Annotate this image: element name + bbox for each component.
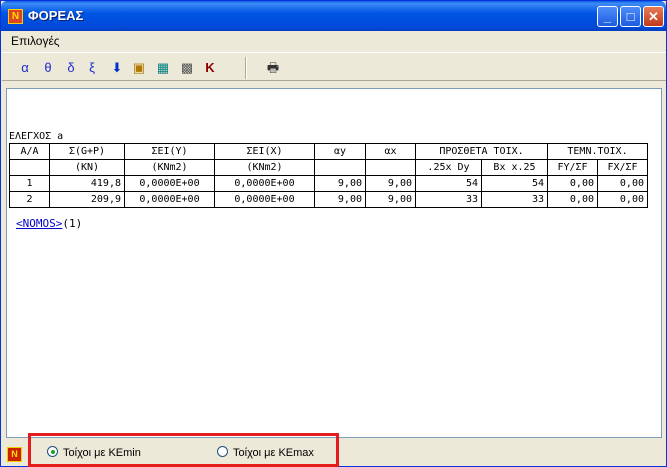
select-icon[interactable]: ▦ <box>154 59 172 77</box>
main-window: N ΦΟΡΕΑΣ _ □ ✕ Επιλογές α θ δ ξ ⬇ ▣ ▦ ▩ … <box>0 0 667 467</box>
table-subheader-row: (KN) (KNm2) (KNm2) .25x Dy Bx x.25 FY/ΣF… <box>9 159 648 176</box>
theta-button[interactable]: θ <box>39 59 57 77</box>
table-header-row: Α/Α Σ(G+P) ΣΕΙ(Y) ΣΕΙ(X) αy αx ΠΡΟΣΘΕΤΑ … <box>9 143 648 160</box>
title-bar[interactable]: N ΦΟΡΕΑΣ _ □ ✕ <box>1 1 666 31</box>
col-ax: αx <box>365 143 416 160</box>
subheader-cell: (KNm2) <box>214 159 315 176</box>
cell-ay: 9,00 <box>314 191 366 208</box>
cell-fy: 0,00 <box>547 175 598 192</box>
report-title: ΕΛΕΓΧΟΣ a <box>9 131 64 142</box>
col-sei-y: ΣΕΙ(Y) <box>124 143 215 160</box>
nomos-link[interactable]: <NOMOS> <box>16 217 62 230</box>
cell-sum-gp: 209,9 <box>49 191 125 208</box>
subheader-cell: Bx x.25 <box>481 159 548 176</box>
col-cut-walls: ΤΕΜΝ.ΤΟΙΧ. <box>547 143 648 160</box>
app-icon[interactable]: N <box>8 9 23 24</box>
table-row: 1 419,8 0,0000E+00 0,0000E+00 9,00 9,00 … <box>9 175 648 192</box>
radio-kemin-indicator[interactable] <box>47 446 58 457</box>
cell-dy: 54 <box>415 175 482 192</box>
cell-ay: 9,00 <box>314 175 366 192</box>
subheader-cell <box>314 159 366 176</box>
delta-button[interactable]: δ <box>62 59 80 77</box>
menu-options[interactable]: Επιλογές <box>11 34 60 48</box>
cell-dy: 33 <box>415 191 482 208</box>
cell-sum-gp: 419,8 <box>49 175 125 192</box>
subheader-cell: FX/ΣF <box>597 159 648 176</box>
wall-selection-group: Τοίχοι με ΚΕmin Τοίχοι με ΚΕmax <box>28 433 339 467</box>
toolbar-separator <box>245 57 247 79</box>
cell-ax: 9,00 <box>365 191 416 208</box>
nomos-ref: (1) <box>62 217 83 230</box>
maximize-button[interactable]: □ <box>620 6 641 27</box>
col-sum-gp: Σ(G+P) <box>49 143 125 160</box>
cell-bx: 33 <box>481 191 548 208</box>
status-bar: N Τοίχοι με ΚΕmin Τοίχοι με ΚΕmax <box>2 433 666 467</box>
cell-sei-x: 0,0000E+00 <box>214 191 315 208</box>
cell-sei-y: 0,0000E+00 <box>124 175 215 192</box>
close-icon: ✕ <box>648 9 659 24</box>
k-button[interactable]: K <box>201 59 219 77</box>
radio-kemax[interactable]: Τοίχοι με ΚΕmax <box>217 446 314 459</box>
properties-icon[interactable]: ▣ <box>130 59 148 77</box>
radio-kemin-label: Τοίχοι με ΚΕmin <box>63 447 141 459</box>
col-ay: αy <box>314 143 366 160</box>
cell-aa: 1 <box>9 175 50 192</box>
cell-ax: 9,00 <box>365 175 416 192</box>
grid-icon[interactable]: ▩ <box>178 59 196 77</box>
cell-fy: 0,00 <box>547 191 598 208</box>
cell-bx: 54 <box>481 175 548 192</box>
subheader-cell: (KN) <box>49 159 125 176</box>
print-icon[interactable]: 🖶 <box>264 59 282 77</box>
app-status-icon: N <box>7 447 22 462</box>
menu-bar: Επιλογές <box>2 31 666 51</box>
col-sei-x: ΣΕΙ(X) <box>214 143 315 160</box>
minimize-icon: _ <box>603 9 612 24</box>
window-title: ΦΟΡΕΑΣ <box>28 8 84 23</box>
download-icon[interactable]: ⬇ <box>108 59 126 77</box>
report-view[interactable]: ΕΛΕΓΧΟΣ a Α/Α Σ(G+P) ΣΕΙ(Y) ΣΕΙ(X) αy αx… <box>6 88 662 438</box>
subheader-cell <box>365 159 416 176</box>
cell-sei-x: 0,0000E+00 <box>214 175 315 192</box>
radio-kemin[interactable]: Τοίχοι με ΚΕmin <box>47 446 141 459</box>
subheader-cell: (KNm2) <box>124 159 215 176</box>
minimize-button[interactable]: _ <box>597 6 618 27</box>
cell-sei-y: 0,0000E+00 <box>124 191 215 208</box>
col-added-walls: ΠΡΟΣΘΕΤΑ ΤΟΙΧ. <box>415 143 548 160</box>
xi-button[interactable]: ξ <box>83 59 101 77</box>
cell-fx: 0,00 <box>597 175 648 192</box>
radio-kemax-indicator[interactable] <box>217 446 228 457</box>
cell-fx: 0,00 <box>597 191 648 208</box>
alpha-button[interactable]: α <box>16 59 34 77</box>
maximize-icon: □ <box>626 9 635 24</box>
results-table: Α/Α Σ(G+P) ΣΕΙ(Y) ΣΕΙ(X) αy αx ΠΡΟΣΘΕΤΑ … <box>9 143 648 208</box>
cell-aa: 2 <box>9 191 50 208</box>
col-aa: Α/Α <box>9 143 50 160</box>
table-row: 2 209,9 0,0000E+00 0,0000E+00 9,00 9,00 … <box>9 191 648 208</box>
subheader-cell: .25x Dy <box>415 159 482 176</box>
toolbar: α θ δ ξ ⬇ ▣ ▦ ▩ K 🖶 <box>2 52 666 81</box>
subheader-cell: FY/ΣF <box>547 159 598 176</box>
radio-kemax-label: Τοίχοι με ΚΕmax <box>233 447 314 459</box>
close-button[interactable]: ✕ <box>643 6 664 27</box>
subheader-cell <box>9 159 50 176</box>
nomos-line: <NOMOS>(1) <box>16 217 82 230</box>
